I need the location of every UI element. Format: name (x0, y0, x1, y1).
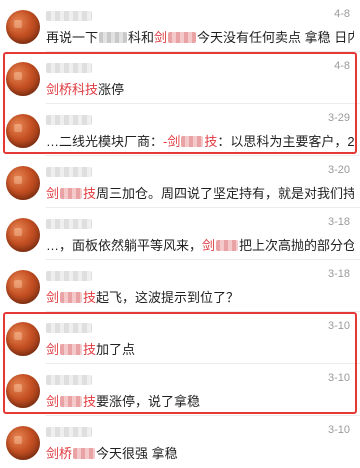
message-fragment: 再说一下 (46, 30, 99, 45)
sender-name-redacted (46, 11, 92, 21)
message-text: 再说一下 科和剑 今天没有任何卖点 拿稳 日内 (46, 30, 354, 46)
message-date: 3-20 (327, 164, 350, 176)
message-row[interactable]: 3-20 剑 技周三加仓。周四说了坚定持有，就是对我们持仓… (0, 156, 360, 208)
redacted-text (73, 448, 96, 459)
highlighted-keyword: 剑 (46, 186, 60, 201)
highlighted-keyword: 剑桥 (46, 446, 73, 461)
redacted-text (60, 292, 83, 303)
sender-name-redacted (46, 167, 92, 177)
message-text: 剑 技起飞，这波提示到位了？ (46, 290, 354, 306)
message-fragment: 起飞，这波提示到位了？ (96, 290, 240, 305)
redacted-text (60, 188, 83, 199)
highlight-box (3, 312, 357, 414)
redacted-text (216, 240, 239, 251)
message-row[interactable]: 4-8 再说一下 科和剑 今天没有任何卖点 拿稳 日内 (0, 0, 360, 52)
message-text: 剑 技周三加仓。周四说了坚定持有，就是对我们持仓… (46, 186, 354, 202)
avatar[interactable] (6, 10, 40, 44)
redacted-text (99, 32, 128, 43)
highlighted-keyword: 剑 (46, 290, 60, 305)
highlighted-keyword: 技 (83, 290, 97, 305)
highlighted-keyword: 技 (83, 186, 97, 201)
sender-name-redacted (46, 427, 92, 437)
avatar[interactable] (6, 218, 40, 252)
sender-name-redacted (46, 219, 92, 229)
avatar[interactable] (6, 426, 40, 460)
message-row[interactable]: 3-10 剑桥 今天很强 拿稳 (0, 416, 360, 468)
highlighted-keyword: 剑 (154, 30, 168, 45)
avatar[interactable] (6, 166, 40, 200)
message-text: …，面板依然躺平等风来，剑 把上次高抛的部分仓位… (46, 238, 354, 254)
message-fragment: 今天没有任何卖点 拿稳 日内 (197, 30, 354, 45)
message-fragment: …，面板依然躺平等风来， (46, 238, 203, 253)
message-fragment: 把上次高抛的部分仓位… (239, 238, 354, 253)
message-fragment: 科和 (128, 30, 155, 45)
avatar[interactable] (6, 270, 40, 304)
message-fragment: 今天很强 拿稳 (96, 446, 178, 461)
message-row[interactable]: 3-18 剑 技起飞，这波提示到位了？ (0, 260, 360, 312)
message-text: 剑桥 今天很强 拿稳 (46, 446, 354, 462)
message-list: 4-8 再说一下 科和剑 今天没有任何卖点 拿稳 日内 4-8 剑桥科技涨停 3-29 …二线… (0, 0, 360, 464)
sender-name-redacted (46, 271, 92, 281)
message-date: 3-10 (327, 424, 350, 436)
highlight-box (3, 52, 357, 154)
highlighted-keyword: 剑 (202, 238, 216, 253)
redacted-text (168, 32, 197, 43)
message-date: 3-18 (327, 216, 350, 228)
message-date: 4-8 (334, 8, 350, 20)
message-fragment: 周三加仓。周四说了坚定持有，就是对我们持仓… (96, 186, 354, 201)
message-date: 3-18 (327, 268, 350, 280)
message-row[interactable]: 3-18 …，面板依然躺平等风来，剑 把上次高抛的部分仓位… (0, 208, 360, 260)
